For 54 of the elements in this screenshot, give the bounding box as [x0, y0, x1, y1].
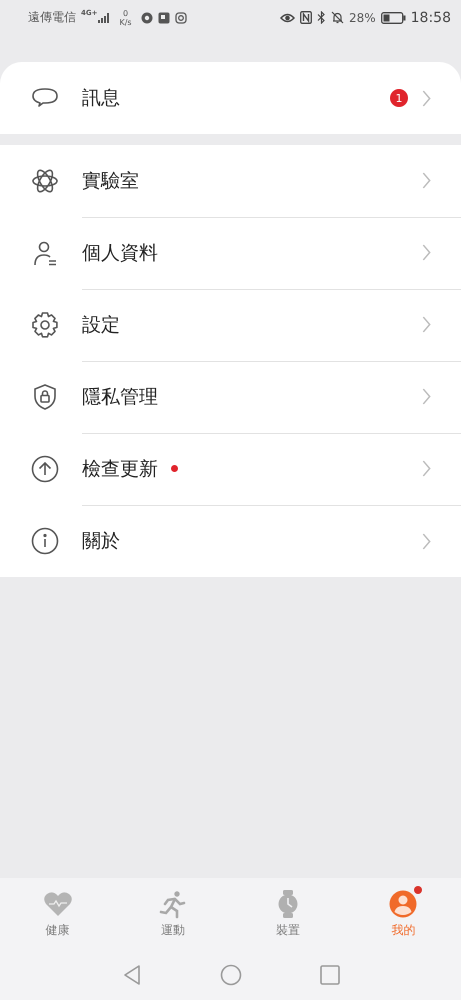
clock-time: 18:58	[410, 10, 451, 26]
camera-icon	[174, 12, 187, 24]
menu-item[interactable]: 隱私管理	[0, 361, 461, 433]
menu-item[interactable]: 關於	[0, 505, 461, 577]
carrier-name: 遠傳電信	[28, 9, 76, 26]
tab-label: 健康	[46, 922, 70, 939]
eye-icon	[280, 12, 295, 24]
nav-tab[interactable]: 運動	[115, 889, 230, 939]
person-icon	[388, 889, 418, 919]
nfc-icon	[300, 11, 312, 24]
chevron-right-icon	[422, 244, 431, 261]
browser-icon	[140, 12, 153, 24]
runner-icon	[158, 889, 188, 919]
menu-item[interactable]: 檢查更新	[0, 433, 461, 505]
nav-tab[interactable]: 健康	[0, 889, 116, 939]
info-icon	[31, 527, 59, 555]
bluetooth-icon	[316, 11, 326, 24]
menu-item[interactable]: 設定	[0, 289, 461, 361]
messages-row[interactable]: 訊息 1	[0, 62, 461, 134]
menu-label: 隱私管理	[82, 384, 158, 410]
speed-unit: K/s	[119, 18, 132, 26]
battery-icon	[380, 12, 406, 24]
menu-item[interactable]: 個人資料	[0, 217, 461, 289]
back-icon[interactable]	[122, 964, 142, 986]
chevron-right-icon	[422, 532, 431, 550]
menu-label: 實驗室	[82, 168, 139, 194]
chevron-right-icon	[422, 172, 431, 189]
atom-icon	[31, 167, 59, 195]
muted-bell-icon	[330, 11, 344, 24]
menu-label: 設定	[82, 312, 120, 338]
menu-label: 關於	[82, 529, 120, 554]
shield-lock-icon	[31, 383, 59, 411]
tab-label: 我的	[391, 922, 416, 939]
recents-icon[interactable]	[320, 965, 340, 985]
chevron-right-icon	[422, 388, 431, 405]
signal-icon	[98, 12, 110, 22]
nav-tab[interactable]: 裝置	[230, 889, 346, 939]
tab-label: 裝置	[276, 922, 300, 939]
speed-value: 0	[122, 8, 128, 18]
chevron-right-icon	[422, 90, 431, 106]
chevron-right-icon	[422, 316, 431, 333]
person-icon	[31, 239, 59, 267]
menu-label: 個人資料	[82, 240, 158, 266]
tab-label: 運動	[160, 922, 185, 939]
settings-icon	[31, 311, 59, 339]
menu-label: 檢查更新	[82, 456, 158, 482]
menu-item[interactable]: 實驗室	[0, 145, 461, 217]
battery-percent: 28%	[348, 10, 376, 24]
app-icon	[158, 12, 170, 24]
up-arrow-circle-icon	[31, 455, 59, 483]
chevron-right-icon	[422, 460, 431, 477]
messages-label: 訊息	[82, 86, 121, 111]
unread-badge: 1	[390, 89, 408, 107]
home-icon[interactable]	[220, 964, 242, 986]
